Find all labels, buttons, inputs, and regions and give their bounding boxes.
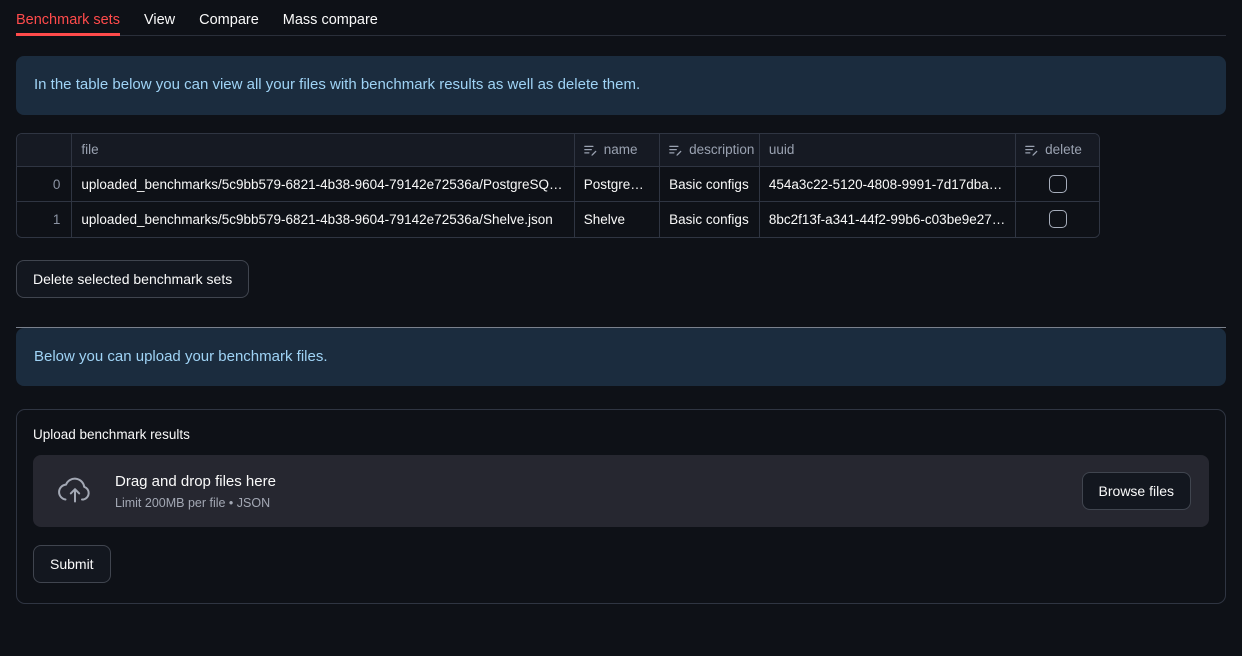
tab-mass-compare[interactable]: Mass compare: [283, 13, 378, 37]
column-header-uuid-label: uuid: [769, 142, 795, 157]
column-edit-icon: [669, 144, 682, 156]
file-dropzone[interactable]: Drag and drop files here Limit 200MB per…: [33, 455, 1209, 527]
submit-button[interactable]: Submit: [33, 545, 111, 583]
cloud-upload-icon: [55, 474, 95, 508]
column-edit-icon: [1025, 144, 1038, 156]
upload-card-title: Upload benchmark results: [33, 427, 1209, 442]
cell-file[interactable]: uploaded_benchmarks/5c9bb579-6821-4b38-9…: [72, 202, 574, 237]
column-header-name-label: name: [604, 142, 638, 157]
table-info-text: In the table below you can view all your…: [34, 76, 640, 93]
table-info-banner: In the table below you can view all your…: [16, 56, 1226, 115]
cell-name[interactable]: Shelve: [574, 202, 659, 237]
column-header-description-label: description: [689, 142, 754, 157]
cell-uuid[interactable]: 454a3c22-5120-4808-9991-7d17dbab56ef: [759, 167, 1015, 202]
app-root: Benchmark sets View Compare Mass compare…: [0, 0, 1242, 656]
row-index: 0: [17, 167, 72, 202]
browse-files-button[interactable]: Browse files: [1082, 472, 1191, 510]
column-header-uuid[interactable]: uuid: [759, 134, 1015, 167]
tab-bar: Benchmark sets View Compare Mass compare: [0, 0, 1242, 36]
cell-description[interactable]: Basic configs: [660, 202, 760, 237]
tab-view[interactable]: View: [144, 13, 175, 37]
column-header-delete[interactable]: delete: [1016, 134, 1099, 167]
benchmark-sets-table: file name: [16, 133, 1100, 238]
cell-description[interactable]: Basic configs: [660, 167, 760, 202]
dropzone-limit: Limit 200MB per file • JSON: [115, 496, 1062, 510]
column-header-index[interactable]: [17, 134, 72, 167]
upload-info-text: Below you can upload your benchmark file…: [34, 348, 328, 365]
delete-checkbox[interactable]: [1049, 175, 1067, 193]
tab-compare[interactable]: Compare: [199, 13, 259, 37]
dropzone-instruction: Drag and drop files here: [115, 472, 1062, 492]
delete-selected-button[interactable]: Delete selected benchmark sets: [16, 260, 249, 298]
cell-delete[interactable]: [1016, 167, 1099, 202]
upload-info-banner: Below you can upload your benchmark file…: [16, 328, 1226, 387]
dropzone-text: Drag and drop files here Limit 200MB per…: [115, 472, 1062, 509]
column-header-file[interactable]: file: [72, 134, 574, 167]
upload-card: Upload benchmark results Drag and drop f…: [16, 409, 1226, 604]
tab-benchmark-sets[interactable]: Benchmark sets: [16, 13, 120, 37]
cell-delete[interactable]: [1016, 202, 1099, 237]
table-header-row: file name: [17, 134, 1099, 167]
row-index: 1: [17, 202, 72, 237]
column-header-name[interactable]: name: [574, 134, 659, 167]
column-header-description[interactable]: description: [660, 134, 760, 167]
cell-uuid[interactable]: 8bc2f13f-a341-44f2-99b6-c03be9e27888: [759, 202, 1015, 237]
column-header-file-label: file: [81, 142, 98, 157]
cell-name[interactable]: PostgreSQL: [574, 167, 659, 202]
column-header-delete-label: delete: [1045, 142, 1082, 157]
table-row[interactable]: 1 uploaded_benchmarks/5c9bb579-6821-4b38…: [17, 202, 1099, 237]
cell-file[interactable]: uploaded_benchmarks/5c9bb579-6821-4b38-9…: [72, 167, 574, 202]
column-edit-icon: [584, 144, 597, 156]
delete-checkbox[interactable]: [1049, 210, 1067, 228]
table-row[interactable]: 0 uploaded_benchmarks/5c9bb579-6821-4b38…: [17, 167, 1099, 202]
